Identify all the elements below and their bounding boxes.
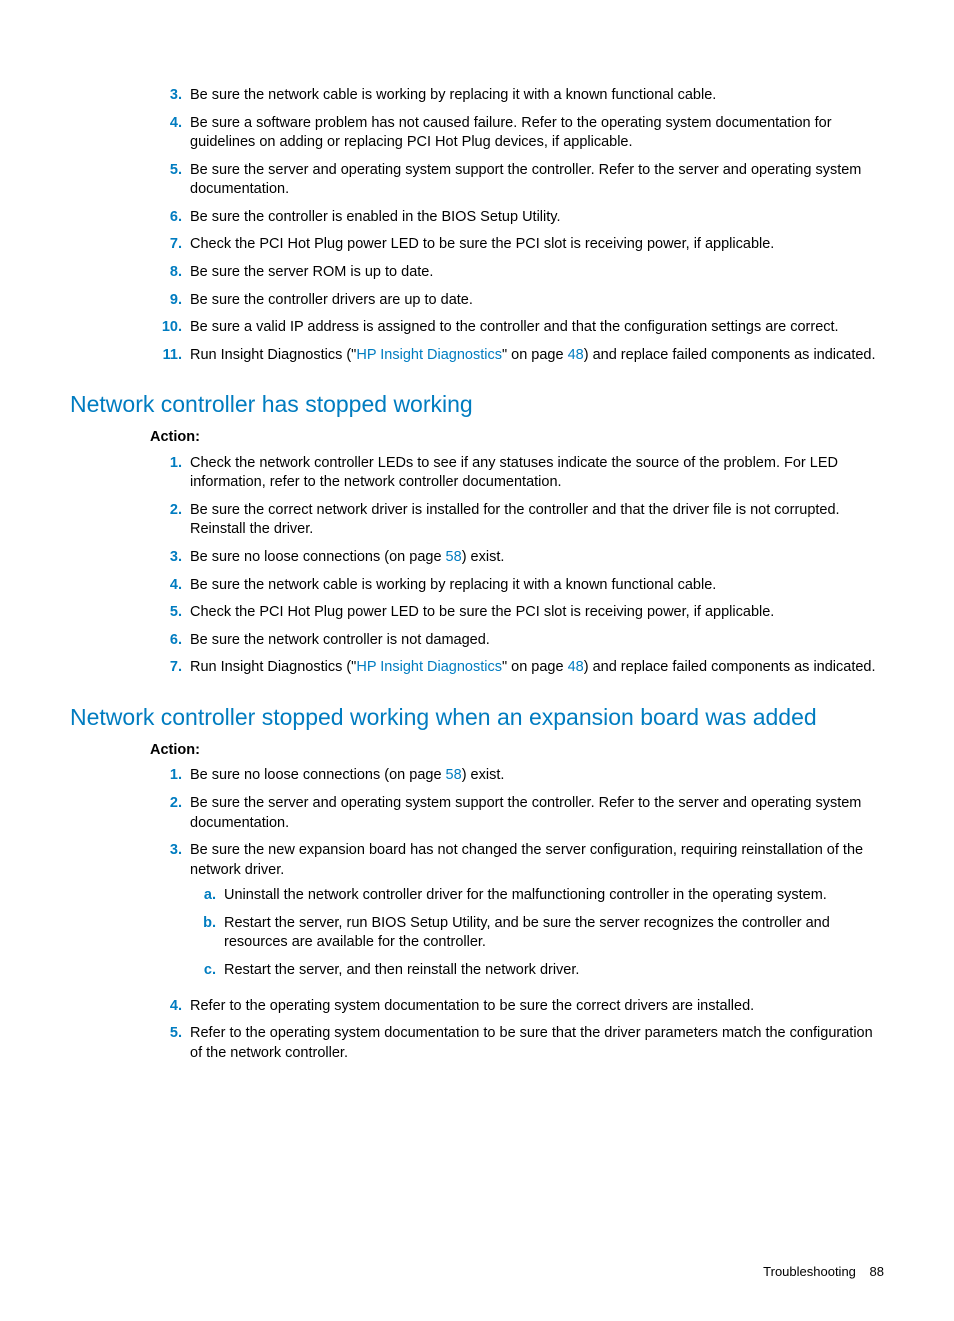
list-item: 4. Be sure a software problem has not cau… [70,114,884,153]
step-body: Be sure the controller drivers are up to… [190,291,884,311]
page-ref-link[interactable]: 48 [568,347,584,363]
step-body: Run Insight Diagnostics ("HP Insight Dia… [190,346,884,366]
page-ref-link[interactable]: 58 [446,767,462,783]
list-item: 10. Be sure a valid IP address is assigne… [70,318,884,338]
step-body: Check the PCI Hot Plug power LED to be s… [190,235,884,255]
list-item: 4. Refer to the operating system document… [70,997,884,1017]
step-body: Be sure the server ROM is up to date. [190,263,884,283]
step-number: 3. [150,548,182,568]
step-number: 8. [150,263,182,283]
sub-list-item: c. Restart the server, and then reinstall… [190,961,884,981]
list-item: 11. Run Insight Diagnostics ("HP Insight … [70,346,884,366]
step-number: 5. [150,603,182,623]
step-body: Be sure no loose connections (on page 58… [190,766,884,786]
sub-step-number: a. [190,886,216,906]
step-number: 7. [150,235,182,255]
step-body: Be sure the new expansion board has not … [190,841,884,988]
step-number: 5. [150,1024,182,1044]
step-number: 1. [150,454,182,474]
step-number: 9. [150,291,182,311]
step-number: 4. [150,997,182,1017]
step-number: 3. [150,841,182,861]
step-number: 10. [150,318,182,338]
page-ref-link[interactable]: 58 [446,549,462,565]
action-label-2: Action: [70,428,884,448]
step-number: 2. [150,501,182,521]
step-body: Run Insight Diagnostics ("HP Insight Dia… [190,658,884,678]
step-number: 2. [150,794,182,814]
sub-list-item: b. Restart the server, run BIOS Setup Uti… [190,914,884,953]
heading-expansion-board: Network controller stopped working when … [70,702,884,733]
step-body: Be sure the server and operating system … [190,794,884,833]
step-number: 4. [150,114,182,134]
step-body: Refer to the operating system documentat… [190,1024,884,1063]
step-body: Be sure the server and operating system … [190,161,884,200]
sub-step-body: Restart the server, run BIOS Setup Utili… [224,914,884,953]
sub-step-number: c. [190,961,216,981]
action-label-3: Action: [70,741,884,761]
footer-page-number: 88 [870,1264,884,1279]
step-number: 3. [150,86,182,106]
list-item: 5. Check the PCI Hot Plug power LED to be… [70,603,884,623]
step-number: 5. [150,161,182,181]
list-item: 2. Be sure the server and operating syste… [70,794,884,833]
step-number: 11. [150,346,182,366]
cross-ref-link[interactable]: HP Insight Diagnostics [356,659,502,675]
sub-step-body: Restart the server, and then reinstall t… [224,961,884,981]
list-item: 8. Be sure the server ROM is up to date. [70,263,884,283]
step-body: Be sure the controller is enabled in the… [190,208,884,228]
list-item: 5. Be sure the server and operating syste… [70,161,884,200]
step-number: 1. [150,766,182,786]
list-item: 4. Be sure the network cable is working b… [70,576,884,596]
page-footer: Troubleshooting 88 [70,1263,884,1281]
list-item: 3. Be sure the network cable is working b… [70,86,884,106]
step-body: Be sure a valid IP address is assigned t… [190,318,884,338]
step-body: Be sure the network controller is not da… [190,631,884,651]
step-body: Refer to the operating system documentat… [190,997,884,1017]
step-number: 7. [150,658,182,678]
list-item: 1. Be sure no loose connections (on page … [70,766,884,786]
sub-step-number: b. [190,914,216,934]
page-ref-link[interactable]: 48 [568,659,584,675]
section3-list: 1. Be sure no loose connections (on page … [70,766,884,1063]
list-item: 5. Refer to the operating system document… [70,1024,884,1063]
section1-list: 3. Be sure the network cable is working b… [70,86,884,365]
list-item: 7. Run Insight Diagnostics ("HP Insight D… [70,658,884,678]
step-body: Check the network controller LEDs to see… [190,454,884,493]
heading-stopped-working: Network controller has stopped working [70,389,884,420]
sub-list: a. Uninstall the network controller drive… [190,886,884,980]
list-item: 3. Be sure no loose connections (on page … [70,548,884,568]
section2-list: 1. Check the network controller LEDs to s… [70,454,884,678]
list-item: 7. Check the PCI Hot Plug power LED to be… [70,235,884,255]
list-item: 6. Be sure the network controller is not … [70,631,884,651]
step-body: Be sure the network cable is working by … [190,576,884,596]
step-body: Be sure the network cable is working by … [190,86,884,106]
list-item: 6. Be sure the controller is enabled in t… [70,208,884,228]
cross-ref-link[interactable]: HP Insight Diagnostics [356,347,502,363]
sub-step-body: Uninstall the network controller driver … [224,886,884,906]
step-body: Be sure no loose connections (on page 58… [190,548,884,568]
step-number: 4. [150,576,182,596]
step-body: Be sure a software problem has not cause… [190,114,884,153]
list-item: 3. Be sure the new expansion board has no… [70,841,884,988]
step-body: Be sure the correct network driver is in… [190,501,884,540]
step-number: 6. [150,631,182,651]
footer-label: Troubleshooting [763,1264,856,1279]
step-body: Check the PCI Hot Plug power LED to be s… [190,603,884,623]
sub-list-item: a. Uninstall the network controller drive… [190,886,884,906]
document-page: 3. Be sure the network cable is working b… [70,86,884,1281]
list-item: 9. Be sure the controller drivers are up … [70,291,884,311]
step-number: 6. [150,208,182,228]
list-item: 2. Be sure the correct network driver is … [70,501,884,540]
list-item: 1. Check the network controller LEDs to s… [70,454,884,493]
